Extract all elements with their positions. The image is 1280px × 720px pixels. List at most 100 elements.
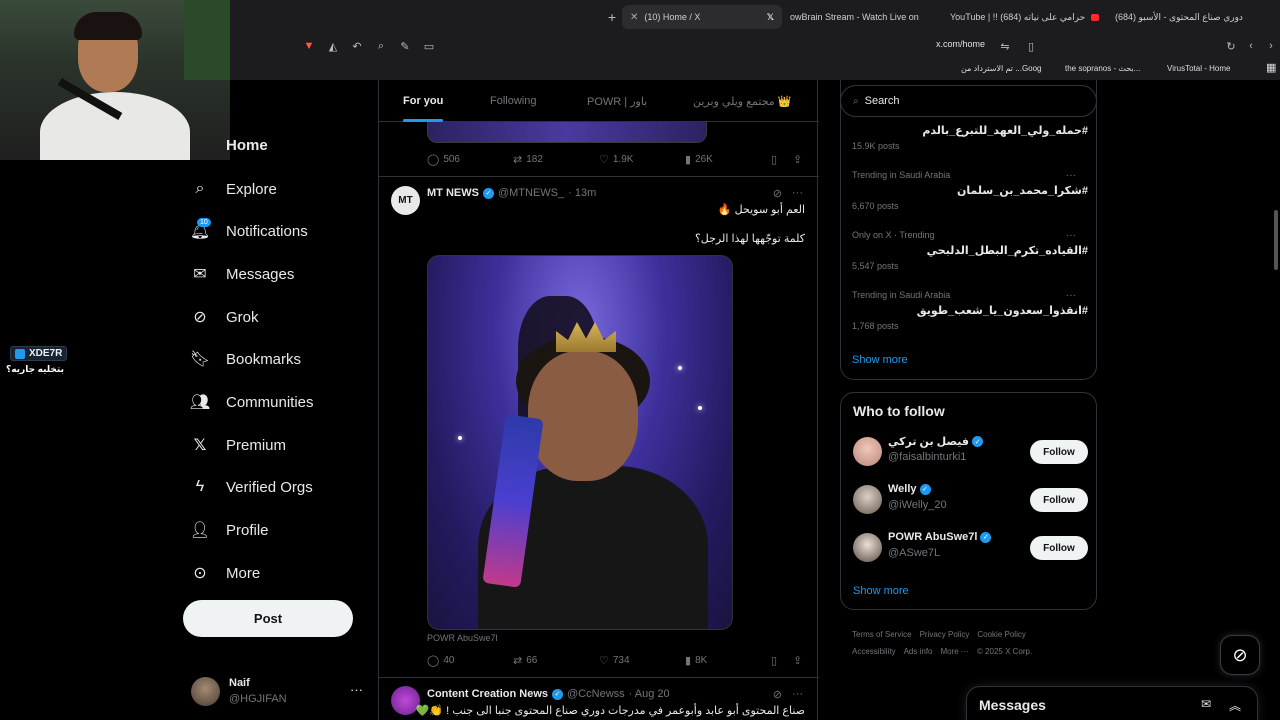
nav-home[interactable]: Home: [226, 137, 268, 154]
reload-icon[interactable]: ↻: [1224, 39, 1238, 53]
messages-drawer[interactable]: Messages ✉ ︽: [966, 686, 1258, 720]
like-button[interactable]: ♡ 1.9K: [599, 153, 633, 166]
tweet-time[interactable]: · 13m: [568, 187, 596, 199]
nav-messages[interactable]: ✉ Messages: [190, 262, 294, 286]
search-icon[interactable]: ⌕: [374, 39, 388, 53]
translate-icon[interactable]: ✎: [398, 39, 412, 53]
share-button[interactable]: ⇪: [793, 153, 802, 166]
verified-badge-icon: ✓: [972, 436, 983, 447]
like-button[interactable]: ♡ 734: [599, 654, 630, 667]
footer-link[interactable]: Accessibility: [852, 647, 896, 656]
brave-rewards-icon[interactable]: ◭: [326, 39, 340, 53]
avatar: [191, 677, 220, 706]
footer-more-link[interactable]: More ···: [940, 647, 968, 656]
views-button[interactable]: ▮ 8K: [685, 654, 707, 667]
tweet-handle[interactable]: @MTNEWS_: [498, 187, 564, 199]
screen-icon[interactable]: ▭: [422, 39, 436, 53]
more-dots-icon[interactable]: ···: [350, 682, 363, 697]
footer-link[interactable]: Cookie Policy: [977, 630, 1025, 639]
follow-button[interactable]: Follow: [1030, 440, 1088, 464]
grok-button[interactable]: ⊘: [1220, 635, 1260, 675]
follow-suggestion[interactable]: Welly ✓ @iWelly_20 Follow: [853, 483, 1088, 517]
apps-grid-icon[interactable]: ▦: [1266, 61, 1276, 74]
tweet-author[interactable]: MT NEWS: [427, 187, 479, 199]
address-bar[interactable]: x.com/home: [936, 39, 985, 49]
bookmark-item[interactable]: تم الاسترداد من ...Goog: [961, 64, 1042, 73]
nav-more[interactable]: ⊙ More: [190, 561, 260, 585]
tab-following[interactable]: Following: [490, 95, 536, 107]
grok-icon[interactable]: ⊘: [773, 187, 782, 200]
reply-count: 40: [443, 655, 455, 666]
nav-premium[interactable]: 𝕏 Premium: [190, 433, 286, 457]
user-name: فيصل بن تركي: [888, 436, 969, 448]
follow-suggestion[interactable]: فيصل بن تركي ✓ @faisalbinturki1 Follow: [853, 435, 1088, 469]
new-tab-button[interactable]: +: [602, 9, 622, 25]
browser-tab[interactable]: YouTube | !! (684) حرامي على نياته: [942, 5, 1107, 29]
trend-item[interactable]: Trending in Saudi Arabia ··· #انقذوا_سعد…: [852, 290, 1088, 336]
expand-icon[interactable]: ︽: [1229, 697, 1241, 714]
browser-tab[interactable]: owBrain Stream - Watch Live on: [782, 5, 942, 29]
close-tab-icon[interactable]: ✕: [630, 12, 638, 23]
more-dots-icon[interactable]: ···: [1066, 290, 1076, 301]
follow-suggestion[interactable]: POWR AbuSwe7l ✓ @ASwe7L Follow: [853, 531, 1088, 565]
tab-for-you[interactable]: For you: [403, 95, 443, 107]
tweet-time[interactable]: · Aug 20: [629, 688, 670, 700]
who-to-follow-show-more-link[interactable]: Show more: [853, 585, 909, 597]
repost-button[interactable]: ⇄ 182: [513, 153, 543, 166]
avatar[interactable]: MT: [391, 186, 420, 215]
bookmark-icon[interactable]: ▯: [1024, 39, 1038, 53]
brave-shield-icon[interactable]: ▼: [302, 39, 316, 53]
bookmark-item[interactable]: the sopranos - بحث...: [1065, 64, 1140, 73]
nav-communities[interactable]: 👥︎ Communities: [190, 390, 314, 414]
grok-icon[interactable]: ⊘: [773, 688, 782, 701]
more-dots-icon[interactable]: ···: [1066, 230, 1076, 241]
follow-button[interactable]: Follow: [1030, 488, 1088, 512]
browser-tab-active[interactable]: ✕ (10) Home / X 𝕏: [622, 5, 782, 29]
bookmark-icon: 🔖︎: [189, 351, 211, 368]
post-button[interactable]: Post: [183, 600, 353, 637]
more-dots-icon[interactable]: ···: [792, 688, 803, 701]
nav-profile[interactable]: 👤︎ Profile: [190, 518, 269, 542]
nav-grok[interactable]: ⊘ Grok: [190, 305, 258, 329]
nav-bookmarks[interactable]: 🔖︎ Bookmarks: [190, 347, 301, 371]
bookmark-item[interactable]: VirusTotal - Home: [1167, 64, 1230, 73]
reply-button[interactable]: ◯ 506: [427, 153, 460, 166]
tweet-media-image[interactable]: [427, 255, 733, 630]
more-circle-icon: ⊙: [193, 565, 207, 582]
media-credit[interactable]: POWR AbuSwe7l: [427, 633, 498, 643]
reply-button[interactable]: ◯ 40: [427, 654, 454, 667]
previous-tweet-media[interactable]: [427, 122, 707, 143]
more-dots-icon[interactable]: ···: [792, 187, 803, 200]
views-button[interactable]: ▮ 26K: [685, 153, 713, 166]
bookmark-button[interactable]: ▯: [771, 153, 777, 166]
back-arrow-icon[interactable]: ↶: [350, 39, 364, 53]
trend-item[interactable]: #حمله_ولي_العهد_للتبرع_بالدم 15.9K posts: [852, 122, 1088, 156]
site-settings-icon[interactable]: ⇋: [998, 39, 1012, 53]
new-message-icon[interactable]: ✉: [1201, 697, 1211, 711]
tab-community[interactable]: مجتمع ويلي وبرين 👑: [693, 95, 791, 108]
bookmark-button[interactable]: ▯: [771, 654, 777, 667]
follow-button[interactable]: Follow: [1030, 536, 1088, 560]
trend-item[interactable]: Trending in Saudi Arabia ··· #شكرا_محمد_…: [852, 170, 1088, 216]
page-scrollbar[interactable]: [1274, 210, 1278, 270]
forward-icon[interactable]: ›: [1264, 39, 1278, 53]
back-icon[interactable]: ‹: [1244, 39, 1258, 53]
tweet-handle[interactable]: @CcNewss: [567, 688, 625, 700]
repost-button[interactable]: ⇄ 66: [513, 654, 537, 667]
more-dots-icon[interactable]: ···: [1066, 170, 1076, 181]
nav-verified-orgs[interactable]: ϟ Verified Orgs: [190, 475, 313, 499]
account-switcher[interactable]: Naif @HGJIFAN ···: [191, 676, 366, 708]
nav-explore[interactable]: ⌕ Explore: [190, 177, 277, 201]
trends-show-more-link[interactable]: Show more: [852, 354, 908, 366]
footer-link[interactable]: Privacy Policy: [920, 630, 970, 639]
search-input[interactable]: ⌕ Search: [840, 85, 1097, 117]
browser-tab[interactable]: (684) دوري صناع المحتوى - الأسبو: [1107, 5, 1257, 29]
tweet-text-line: صناع المحتوى أبو عابد وأبوعمر في مدرجات …: [415, 705, 805, 717]
footer-link[interactable]: Terms of Service: [852, 630, 912, 639]
nav-label: More: [226, 564, 261, 582]
footer-link[interactable]: Ads info: [904, 647, 933, 656]
tweet-author[interactable]: Content Creation News: [427, 688, 548, 700]
share-button[interactable]: ⇪: [793, 654, 802, 667]
tab-powr[interactable]: POWR | باور: [587, 95, 647, 108]
trend-item[interactable]: Only on X · Trending ··· #القياده_تكرم_ا…: [852, 230, 1088, 276]
